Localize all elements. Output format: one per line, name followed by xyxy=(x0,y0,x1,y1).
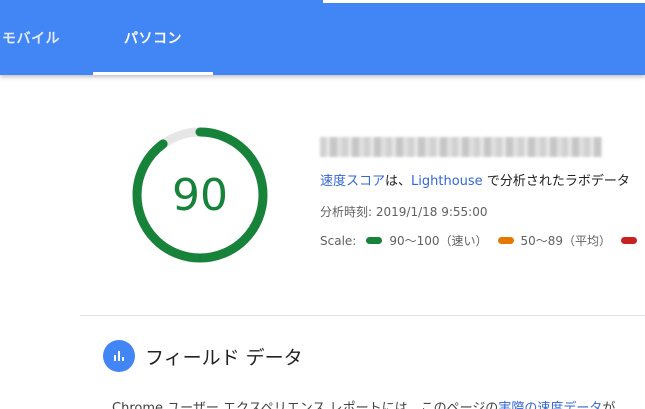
slow-pill-icon xyxy=(621,237,638,244)
field-data-title: フィールド データ xyxy=(145,347,303,369)
crux-text-1: Chrome ユーザー エクスペリエンス レポートには、このページの xyxy=(112,401,499,409)
tab-desktop[interactable]: パソコン xyxy=(93,0,213,75)
active-tab-indicator xyxy=(93,72,213,75)
top-tab-bar: モバイル パソコン xyxy=(0,0,645,75)
legend-average-label: 50～89（平均） xyxy=(520,234,612,248)
blurred-url xyxy=(320,137,602,157)
scale-label: Scale: xyxy=(320,233,357,248)
performance-score: 90 xyxy=(172,169,228,221)
speed-score-link[interactable]: 速度スコア xyxy=(320,174,385,189)
legend-slow xyxy=(621,237,644,244)
bar-chart-icon xyxy=(114,351,124,361)
score-description: 速度スコアは、Lighthouse で分析されたラボデータ xyxy=(320,170,645,189)
field-data-icon xyxy=(103,340,135,372)
desc-text-2: で分析されたラボデータ xyxy=(482,174,630,189)
fast-pill-icon xyxy=(366,237,383,244)
top-strip xyxy=(323,0,645,3)
desc-text-1: は、 xyxy=(385,174,412,189)
legend-average: 50～89（平均） xyxy=(497,232,612,249)
tab-mobile[interactable]: モバイル xyxy=(0,0,62,75)
field-data-description: Chrome ユーザー エクスペリエンス レポートには、このページの実際の速度デ… xyxy=(112,397,645,409)
average-pill-icon xyxy=(497,237,514,244)
section-divider xyxy=(80,315,645,316)
legend-fast: 90～100（速い） xyxy=(366,232,488,249)
crux-text-2: が xyxy=(602,401,616,409)
analysis-time: 分析時刻: 2019/1/18 9:55:00 xyxy=(320,205,488,219)
real-speed-data-link[interactable]: 実際の速度データ xyxy=(498,401,602,409)
legend-fast-label: 90～100（速い） xyxy=(389,234,488,248)
score-scale-legend: Scale: 90～100（速い） 50～89（平均） xyxy=(320,232,645,249)
lighthouse-link[interactable]: Lighthouse xyxy=(411,174,483,189)
